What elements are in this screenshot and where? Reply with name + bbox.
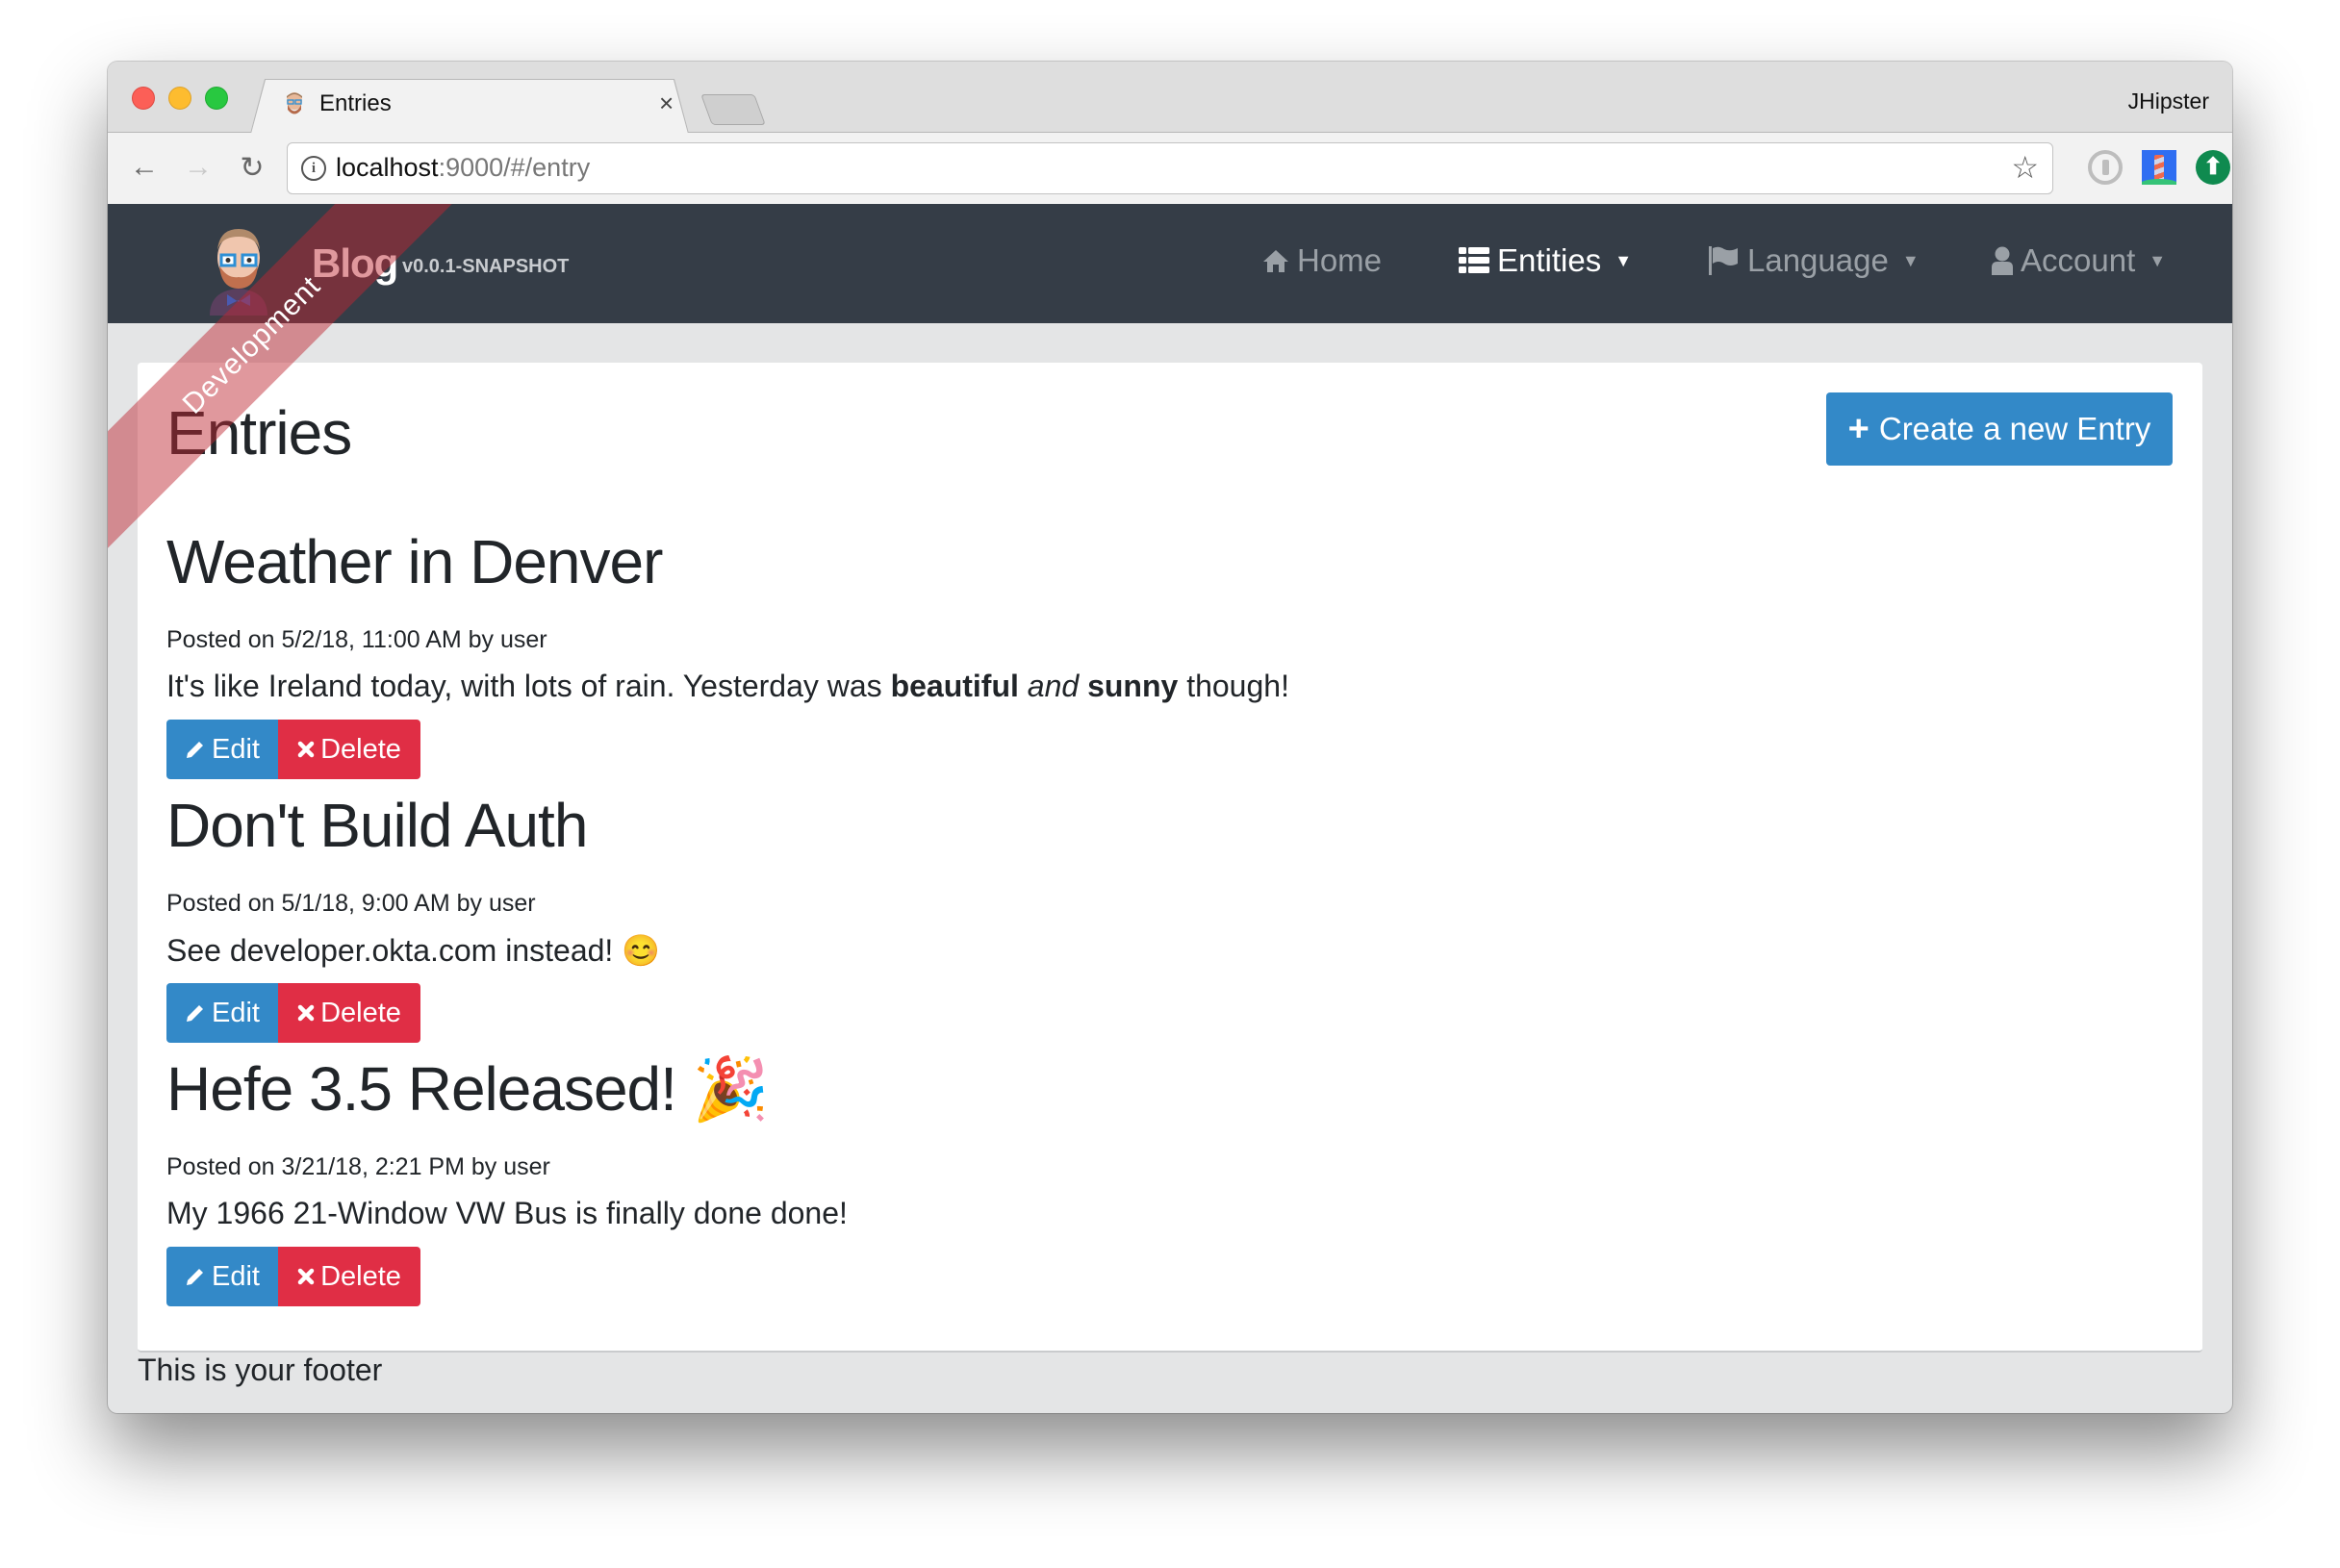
entry-body-text	[1019, 669, 1028, 703]
reload-icon[interactable]: ↻	[233, 146, 271, 189]
nav-entities-label: Entities	[1497, 242, 1602, 278]
browser-profile-name[interactable]: JHipster	[2128, 89, 2209, 114]
entry-meta: Posted on 5/2/18, 11:00 AM by user	[166, 626, 547, 653]
close-icon	[297, 741, 315, 758]
chevron-down-icon: ▼	[1615, 250, 1633, 270]
pencil-icon	[187, 1005, 203, 1022]
entry-title: Weather in Denver	[166, 527, 663, 596]
nav-language-label: Language	[1747, 242, 1889, 278]
chevron-down-icon: ▼	[2149, 250, 2167, 270]
nav-language[interactable]: Language ▼	[1709, 242, 1920, 279]
entry-body: See developer.okta.com instead! 😊	[166, 933, 661, 968]
minimize-window-button[interactable]	[168, 87, 191, 110]
create-entry-label: Create a new Entry	[1878, 411, 2151, 446]
page-footer: This is your footer	[138, 1353, 383, 1387]
delete-label: Delete	[320, 997, 401, 1028]
site-info-icon[interactable]: i	[301, 156, 326, 181]
new-tab-button[interactable]	[700, 94, 766, 125]
entry-meta: Posted on 5/1/18, 9:00 AM by user	[166, 890, 536, 917]
forward-arrow-icon[interactable]: →	[179, 146, 217, 189]
edit-button[interactable]: Edit	[166, 720, 278, 779]
entry-body: It's like Ireland today, with lots of ra…	[166, 669, 1289, 704]
entry-item: Don't Build Auth Posted on 5/1/18, 9:00 …	[166, 790, 660, 1043]
tab-close-icon[interactable]: ×	[659, 89, 674, 118]
chevron-down-icon: ▼	[1901, 250, 1920, 270]
pencil-icon	[187, 1269, 203, 1285]
url-host: localhost	[336, 153, 439, 182]
close-window-button[interactable]	[132, 87, 155, 110]
close-icon	[297, 1268, 315, 1285]
delete-button[interactable]: Delete	[278, 1247, 420, 1306]
tab-title: Entries	[319, 90, 392, 116]
address-bar[interactable]: i localhost:9000/#/entry ☆	[287, 142, 2053, 194]
entry-actions: Edit Delete	[166, 1247, 420, 1306]
entry-body-bold: beautiful	[890, 669, 1019, 703]
entry-body-text: It's like Ireland today, with lots of ra…	[166, 669, 891, 703]
delete-button[interactable]: Delete	[278, 983, 420, 1043]
entry-body: My 1966 21-Window VW Bus is finally done…	[166, 1196, 848, 1230]
list-icon	[1459, 247, 1489, 273]
edit-label: Edit	[212, 1260, 260, 1292]
user-icon	[1992, 246, 2013, 275]
entry-item: Weather in Denver Posted on 5/2/18, 11:0…	[166, 526, 1289, 779]
home-icon	[1263, 250, 1288, 272]
plus-icon: +	[1847, 408, 1869, 449]
nav-entities[interactable]: Entities ▼	[1459, 242, 1632, 279]
jhipster-logo-icon[interactable]	[200, 223, 277, 316]
content-card: Entries + Create a new Entry Weather in …	[138, 363, 2202, 1353]
entry-item: Hefe 3.5 Released! 🎉 Posted on 3/21/18, …	[166, 1053, 848, 1306]
delete-button[interactable]: Delete	[278, 720, 420, 779]
create-entry-button[interactable]: + Create a new Entry	[1826, 392, 2173, 466]
close-icon	[297, 1004, 315, 1022]
entry-body-text	[1079, 669, 1087, 703]
entry-meta: Posted on 3/21/18, 2:21 PM by user	[166, 1153, 550, 1180]
browser-window: Entries × JHipster ← → ↻ i localhost:900…	[108, 62, 2232, 1413]
page-title: Entries	[166, 398, 352, 468]
nav-home-label: Home	[1297, 242, 1383, 278]
back-arrow-icon[interactable]: ←	[125, 146, 164, 189]
entry-body-italic: and	[1027, 669, 1080, 703]
lighthouse-extension-icon[interactable]	[2142, 150, 2176, 185]
delete-label: Delete	[320, 1260, 401, 1292]
edit-button[interactable]: Edit	[166, 1247, 278, 1306]
flag-icon	[1709, 246, 1738, 275]
url-path: :9000/#/entry	[438, 153, 591, 182]
entry-title: Don't Build Auth	[166, 791, 588, 860]
delete-label: Delete	[320, 733, 401, 765]
edit-label: Edit	[212, 997, 260, 1028]
entry-title: Hefe 3.5 Released! 🎉	[166, 1054, 769, 1124]
brand-version: v0.0.1-SNAPSHOT	[402, 256, 570, 277]
edit-button[interactable]: Edit	[166, 983, 278, 1043]
app-navbar: Blog v0.0.1-SNAPSHOT Home Entities ▼ Lan…	[108, 204, 2232, 323]
url-text[interactable]: localhost:9000/#/entry	[336, 153, 590, 183]
jhipster-favicon-icon	[287, 92, 302, 114]
tab-entries[interactable]	[251, 80, 688, 134]
nav-home[interactable]: Home	[1262, 242, 1382, 279]
upload-extension-icon[interactable]: ⬆	[2196, 150, 2230, 185]
maximize-window-button[interactable]	[205, 87, 228, 110]
tab-bar: Entries × JHipster	[108, 62, 2232, 133]
bookmark-star-icon[interactable]: ☆	[2011, 149, 2039, 186]
edit-label: Edit	[212, 733, 260, 765]
entry-body-bold: sunny	[1087, 669, 1179, 703]
entry-actions: Edit Delete	[166, 983, 420, 1043]
onepassword-extension-icon[interactable]	[2088, 150, 2123, 185]
pencil-icon	[187, 742, 203, 758]
entry-actions: Edit Delete	[166, 720, 420, 779]
entry-body-text: though!	[1178, 669, 1289, 703]
browser-toolbar: ← → ↻ i localhost:9000/#/entry ☆ ⬆	[108, 133, 2232, 205]
nav-account[interactable]: Account ▼	[1992, 242, 2166, 279]
nav-account-label: Account	[2021, 242, 2136, 278]
brand-name[interactable]: Blog	[312, 240, 398, 287]
